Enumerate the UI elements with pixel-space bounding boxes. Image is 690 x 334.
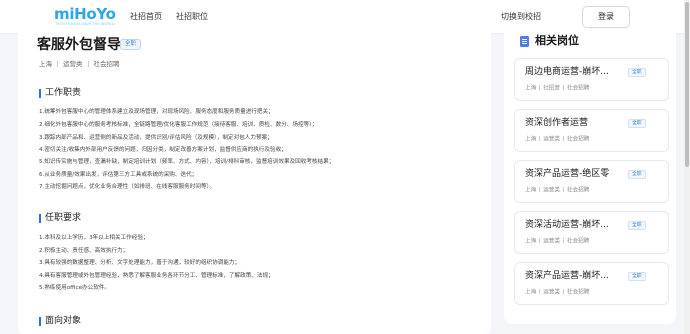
full-time-badge: 全职 <box>120 39 142 50</box>
related-job-category: 运营类 <box>543 238 560 245</box>
login-button[interactable]: 登录 <box>582 6 630 28</box>
switch-to-campus-link[interactable]: 切换到校招 <box>501 12 541 22</box>
related-job-type: 社会招聘 <box>567 238 590 245</box>
related-job-title: 资深产品运营-绝区零 <box>525 169 610 179</box>
related-job-category: 运营类 <box>543 289 560 296</box>
related-job-card[interactable]: 资深产品运营-绝区零 全职 上海 运营类 社会招聘 <box>514 160 669 203</box>
page-scrollbar[interactable] <box>684 0 690 334</box>
job-recruit-type: 社会招聘 <box>93 60 120 68</box>
related-job-meta: 上海 运营类 社会招聘 <box>525 289 589 297</box>
meta-divider <box>539 289 541 294</box>
duty-item: 3.跟踪内部产品和、运营侧的新品及活动，提供识别/评估风险（及规模），制定对包人… <box>39 135 273 141</box>
requirements-section-title: 任职要求 <box>39 213 81 223</box>
related-job-type: 社会招聘 <box>567 187 590 194</box>
job-meta: 上海 运营类 社会招聘 <box>39 60 120 68</box>
logo-tagline: TECH OTAKUS SAVE THE WORLD <box>55 22 115 26</box>
related-job-meta: 上海 运营类 社会招聘 <box>525 187 589 195</box>
related-job-card[interactable]: 资深创作者运营 全职 上海 运营类 社会招聘 <box>514 109 669 152</box>
nav-social-jobs[interactable]: 社招职位 <box>176 12 208 22</box>
meta-divider <box>87 61 89 67</box>
meta-divider <box>539 187 541 192</box>
job-category: 运营类 <box>63 60 83 68</box>
meta-divider <box>563 136 564 141</box>
meta-divider <box>563 238 564 243</box>
requirement-item: 2.积极主动、责任感、高效执行力； <box>39 248 129 254</box>
logo-brand: miHoYo <box>54 5 116 23</box>
duty-item: 4.密切关注/收集内外部用户反馈的问题，归因分类，制定改善方案计划，监督供应商的… <box>39 147 287 153</box>
related-job-type: 社会招聘 <box>567 289 590 296</box>
job-location: 上海 <box>39 60 52 68</box>
related-job-category: 运营类 <box>543 187 560 194</box>
mihoyo-logo[interactable]: miHoYo TECH OTAKUS SAVE THE WORLD <box>54 6 116 28</box>
requirement-item: 4.具有客服管理或外包管理经验，熟悉了解客服业务各环节分工、管理标准，了解政策、… <box>39 273 274 279</box>
document-icon <box>520 36 529 47</box>
related-job-title: 资深活动运营-崩坏... <box>525 220 609 230</box>
requirement-item: 3.具有较强的数据整理、分析、文字处理能力，善于沟通，较好的组织协调能力； <box>39 260 241 266</box>
meta-divider <box>563 85 564 90</box>
related-job-badge: 全职 <box>628 170 646 179</box>
related-job-card[interactable]: 周边电商运营-崩坏... 全职 上海 社招营 社会招聘 <box>514 58 669 101</box>
meta-divider <box>563 187 564 192</box>
duty-item: 5.知识传实施与管理，查漏补缺，制定培训计划（频率、方式、内容），培训/排科审核… <box>39 159 335 165</box>
meta-divider <box>563 289 564 294</box>
related-job-meta: 上海 社招营 社会招聘 <box>525 85 589 93</box>
job-title: 客服外包督导 <box>37 37 121 53</box>
nav-social-home[interactable]: 社招首页 <box>130 12 162 22</box>
related-job-location: 上海 <box>525 238 537 245</box>
scrollbar-thumb[interactable] <box>685 2 689 167</box>
related-job-title: 周边电商运营-崩坏... <box>525 67 609 77</box>
related-job-meta: 上海 运营类 社会招聘 <box>525 136 589 144</box>
meta-divider <box>539 136 541 141</box>
job-detail-card: 客服外包督导 全职 上海 运营类 社会招聘 工作职责 1.统筹外包客服中心的管理体系… <box>18 28 491 334</box>
related-job-category: 运营类 <box>543 136 560 143</box>
audience-section-title: 面向对象 <box>39 316 81 326</box>
related-job-category: 社招营 <box>543 85 560 92</box>
related-job-card[interactable]: 资深产品运营-崩坏... 全职 上海 运营类 社会招聘 <box>514 262 669 305</box>
related-job-badge: 全职 <box>628 68 646 77</box>
meta-divider <box>539 85 541 90</box>
meta-divider <box>57 61 58 67</box>
duty-item: 1.统筹外包客服中心的管理体系建立及现场管理，对现场风险、服务态度和服务质量进行… <box>39 109 274 115</box>
duty-item: 6.从业务质量/效果出发，评估第三方工具或系统的采购、迭代； <box>39 172 198 178</box>
duty-item: 7.主动挖掘问题点，优化业务合理性（如排班、在线客服服务时间等）。 <box>39 184 215 190</box>
duty-item: 2.细化外包客服中心的服务考核标准，全链路管理/优化客服工作规范（接待客服、培训… <box>39 122 318 128</box>
related-jobs-title: 相关岗位 <box>535 34 579 47</box>
requirement-item: 1.本科及以上学历，3年以上相关工作经验； <box>39 235 149 241</box>
related-job-type: 社会招聘 <box>567 85 590 92</box>
related-jobs-panel: 相关岗位 周边电商运营-崩坏... 全职 上海 社招营 社会招聘 资深创作者运营 全… <box>504 28 676 324</box>
related-job-type: 社会招聘 <box>567 136 590 143</box>
meta-divider <box>539 238 541 243</box>
related-job-badge: 全职 <box>628 119 646 128</box>
related-job-badge: 全职 <box>628 272 646 281</box>
related-job-badge: 全职 <box>628 221 646 230</box>
related-job-location: 上海 <box>525 187 537 194</box>
related-job-title: 资深产品运营-崩坏... <box>525 271 609 281</box>
requirement-item: 5.熟练使用office办公软件。 <box>39 285 111 291</box>
related-job-title: 资深创作者运营 <box>525 118 589 128</box>
related-job-location: 上海 <box>525 85 537 92</box>
related-job-meta: 上海 运营类 社会招聘 <box>525 238 589 246</box>
duties-section-title: 工作职责 <box>39 88 81 98</box>
related-job-location: 上海 <box>525 289 537 296</box>
related-job-card[interactable]: 资深活动运营-崩坏... 全职 上海 运营类 社会招聘 <box>514 211 669 254</box>
related-job-location: 上海 <box>525 136 537 143</box>
